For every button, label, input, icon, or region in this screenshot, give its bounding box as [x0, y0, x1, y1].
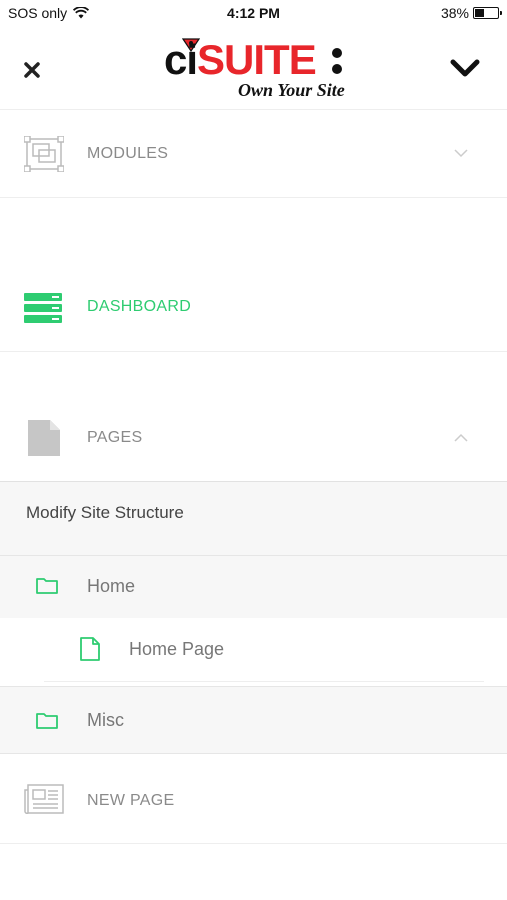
modify-site-structure-row[interactable]: Modify Site Structure	[0, 482, 507, 556]
status-right: 38%	[440, 5, 502, 21]
chevron-up-icon[interactable]	[453, 433, 469, 443]
menu-label-modules: MODULES	[87, 145, 169, 162]
tree-label-home: Home	[87, 576, 136, 596]
dashboard-icon	[24, 293, 62, 323]
menu-item-pages[interactable]: PAGES	[0, 352, 507, 482]
newspaper-icon	[24, 784, 64, 814]
tree-item-misc[interactable]: Misc	[0, 686, 507, 754]
menu-label-pages: PAGES	[87, 429, 143, 446]
tree-item-home[interactable]: Home	[0, 556, 507, 618]
logo-tagline: Own Your Site	[238, 80, 345, 100]
chevron-down-icon[interactable]	[453, 148, 469, 158]
menu-label-dashboard: DASHBOARD	[87, 298, 192, 315]
modules-icon	[24, 136, 64, 172]
file-icon	[80, 637, 100, 661]
menu-item-modules[interactable]: MODULES	[0, 110, 507, 198]
menu-item-dashboard[interactable]: DASHBOARD	[0, 198, 507, 352]
battery-icon	[473, 7, 502, 19]
app-header: ciSUITE Own Your Site	[0, 26, 507, 110]
status-bar: SOS only 4:12 PM 38%	[0, 0, 507, 26]
tree-label-misc: Misc	[87, 710, 124, 730]
chevron-down-icon	[450, 59, 480, 77]
divider	[44, 681, 484, 682]
logo-wordmark: ciSUITE	[164, 36, 317, 83]
tree-item-home-page[interactable]: Home Page	[0, 618, 500, 684]
modify-site-structure-label: Modify Site Structure	[26, 503, 184, 522]
close-button[interactable]	[18, 56, 46, 84]
folder-icon	[36, 713, 58, 729]
close-icon	[24, 62, 40, 78]
menu-item-new-page[interactable]: NEW PAGE	[0, 754, 507, 844]
cisuite-logo: ciSUITE Own Your Site	[164, 38, 354, 102]
logo-suite: SUITE	[197, 36, 317, 83]
logo-colon-mark	[332, 48, 342, 76]
logo-ci: ci	[164, 36, 198, 83]
battery-percent: 38%	[440, 5, 469, 21]
folder-icon	[36, 578, 58, 594]
document-icon	[28, 420, 60, 456]
menu-label-new-page: NEW PAGE	[87, 792, 175, 809]
status-time: 4:12 PM	[227, 5, 280, 21]
tree-label-home-page: Home Page	[129, 639, 225, 659]
header-chevron-button[interactable]	[447, 54, 483, 82]
